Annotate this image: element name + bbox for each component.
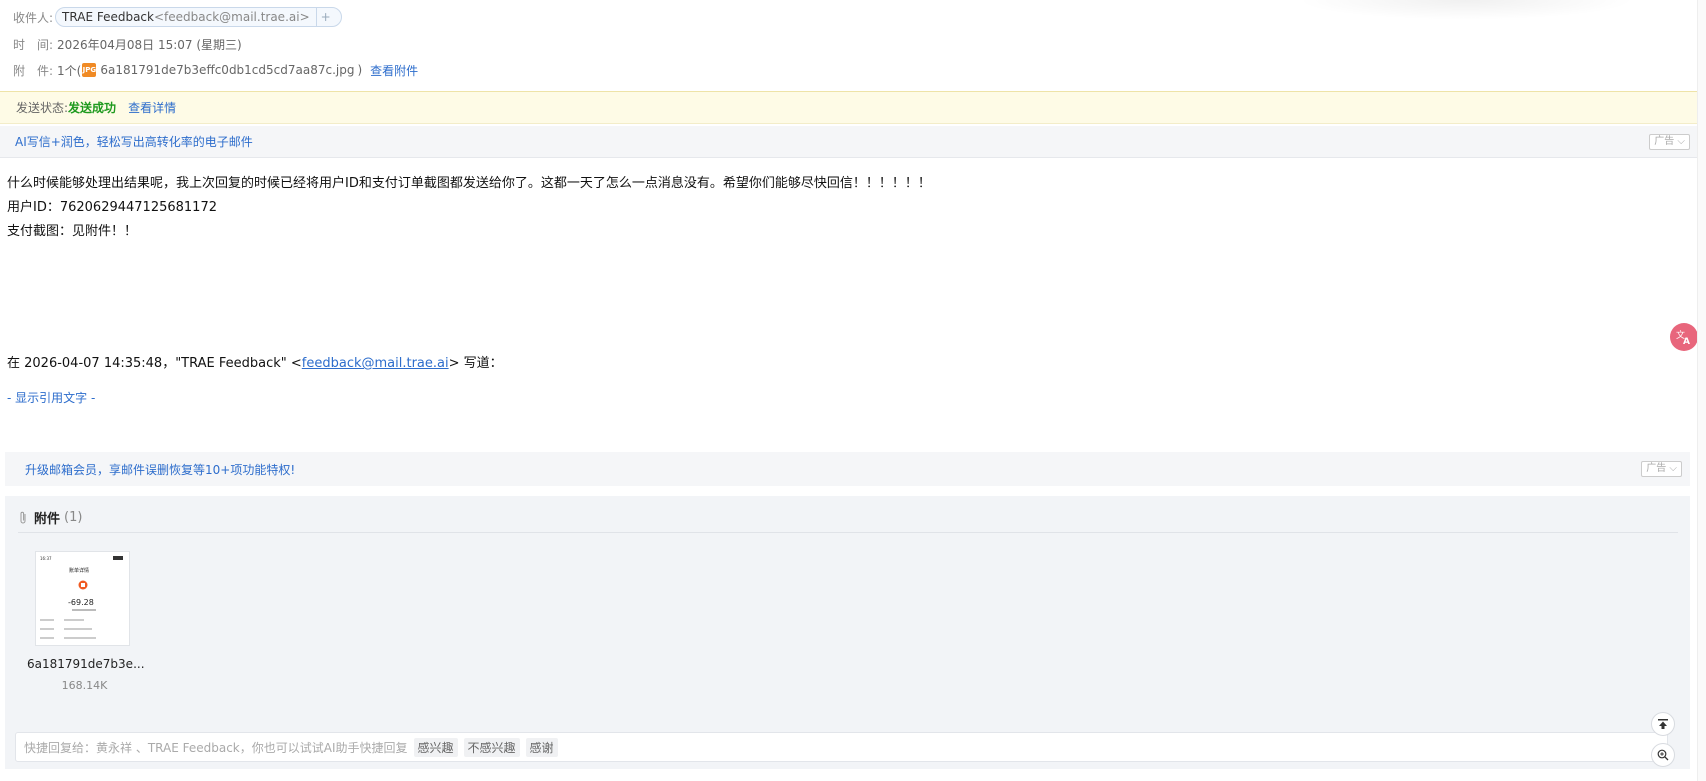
paperclip-icon bbox=[20, 511, 26, 523]
quote-prefix: 在 2026-04-07 14:35:48，"TRAE Feedback" < bbox=[7, 356, 302, 371]
thumb-time: 16:37 bbox=[40, 556, 52, 561]
recipient-name: TRAE Feedback bbox=[62, 10, 154, 24]
zoom-button[interactable] bbox=[1651, 743, 1675, 767]
quick-reply-chip-interested[interactable]: 感兴趣 bbox=[413, 737, 458, 757]
body-line-2: 用户ID：7620629447125681172 bbox=[7, 200, 217, 215]
attachment-size: 168.14K bbox=[61, 679, 108, 692]
body-line-1: 什么时候能够处理出结果呢，我上次回复的时候已经将用户ID和支付订单截图都发送给你… bbox=[7, 176, 931, 191]
receipt-preview-image: 16:37 账单详情 -69.28 bbox=[36, 552, 129, 645]
quick-reply-chip-not-interested[interactable]: 不感兴趣 bbox=[463, 737, 520, 757]
ad-tag-label: 广告 bbox=[1646, 463, 1667, 474]
body-line-3: 支付截图：见附件！！ bbox=[7, 224, 138, 239]
attach-filename[interactable]: 6a181791de7b3effc0db1cd5cd7aa87c.jpg bbox=[100, 63, 354, 77]
view-details-link[interactable]: 查看详情 bbox=[128, 99, 176, 116]
ad-top-text[interactable]: AI写信+润色，轻松写出高转化率的电子邮件 bbox=[15, 133, 253, 150]
attachments-title-text: 附件 bbox=[34, 512, 61, 527]
time-label: 时 间: bbox=[13, 37, 54, 52]
time-row: 时 间: 2026年04月08日 15:07 (星期三) bbox=[13, 34, 242, 54]
header-shadow bbox=[1296, 0, 1636, 20]
attach-label: 附 件: bbox=[13, 63, 54, 78]
recipient-address: <feedback@mail.trae.ai> bbox=[153, 10, 310, 24]
send-status-bar: 发送状态: 发送成功 查看详情 bbox=[0, 91, 1698, 124]
ad-banner-bottom[interactable]: 升级邮箱会员，享邮件误删恢复等10+项功能特权! 广告 ⌵ bbox=[5, 452, 1690, 486]
jpg-file-icon: JPG bbox=[82, 63, 97, 77]
send-status-value: 发送成功 bbox=[68, 101, 117, 115]
quote-email-link[interactable]: feedback@mail.trae.ai bbox=[302, 356, 449, 371]
thumb-amount: -69.28 bbox=[68, 598, 94, 607]
attachments-divider bbox=[18, 532, 1678, 533]
ad-tag-top[interactable]: 广告 ⌵ bbox=[1649, 134, 1690, 150]
show-quote-link[interactable]: - 显示引用文字 - bbox=[7, 389, 95, 406]
ad-banner-top[interactable]: AI写信+润色，轻松写出高转化率的电子邮件 广告 ⌵ bbox=[0, 126, 1698, 158]
translate-button[interactable]: 文 A bbox=[1670, 323, 1698, 351]
translate-icon: 文 A bbox=[1676, 329, 1690, 346]
time-value: 2026年04月08日 15:07 (星期三) bbox=[57, 37, 242, 52]
attachments-title: 附件 (1) bbox=[18, 508, 82, 527]
ad-bottom-text[interactable]: 升级邮箱会员，享邮件误删恢复等10+项功能特权! bbox=[25, 461, 295, 478]
attachments-panel: 附件 (1) 16:37 账单详情 -69.28 6a181791de7b3e.… bbox=[5, 496, 1690, 721]
thumb-title: 账单详情 bbox=[69, 567, 89, 574]
view-attachment-link[interactable]: 查看附件 bbox=[370, 62, 418, 79]
ad-tag-label: 广告 bbox=[1654, 136, 1675, 147]
attachment-thumbnail[interactable]: 16:37 账单详情 -69.28 bbox=[35, 551, 130, 646]
scroll-to-top-icon bbox=[1658, 719, 1668, 729]
zoom-in-icon bbox=[1657, 749, 1669, 761]
quote-suffix: > 写道： bbox=[448, 356, 503, 371]
quote-header: 在 2026-04-07 14:35:48，"TRAE Feedback" <f… bbox=[7, 352, 503, 371]
ad-tag-bottom[interactable]: 广告 ⌵ bbox=[1641, 461, 1682, 477]
quick-reply-input[interactable]: 快捷回复给：黄永祥 、TRAE Feedback，你也可以试试AI助手快捷回复 … bbox=[15, 732, 1668, 762]
scroll-top-button[interactable] bbox=[1651, 712, 1675, 736]
recipient-chip[interactable]: TRAE Feedback <feedback@mail.trae.ai> + bbox=[55, 7, 342, 27]
quick-reply-prompt: 快捷回复给：黄永祥 、TRAE Feedback，你也可以试试AI助手快捷回复 bbox=[24, 740, 408, 755]
message-body: 什么时候能够处理出结果呢，我上次回复的时候已经将用户ID和支付订单截图都发送给你… bbox=[7, 172, 931, 244]
vertical-scrollbar[interactable] bbox=[1697, 0, 1706, 781]
attachment-name[interactable]: 6a181791de7b3e... bbox=[27, 657, 145, 671]
quick-reply-chip-thanks[interactable]: 感谢 bbox=[525, 737, 558, 757]
svg-text:A: A bbox=[1683, 337, 1690, 346]
send-status-label: 发送状态: bbox=[16, 101, 69, 115]
attachments-count: (1) bbox=[64, 510, 83, 525]
attach-count: 1个( bbox=[57, 63, 82, 78]
to-label: 收件人: bbox=[13, 10, 54, 25]
attach-close-paren: ) bbox=[357, 63, 363, 77]
recipient-row: 收件人: TRAE Feedback <feedback@mail.trae.a… bbox=[13, 7, 342, 27]
attachment-row: 附 件: 1个( JPG 6a181791de7b3effc0db1cd5cd7… bbox=[13, 60, 418, 80]
add-recipient-button[interactable]: + bbox=[315, 8, 335, 26]
